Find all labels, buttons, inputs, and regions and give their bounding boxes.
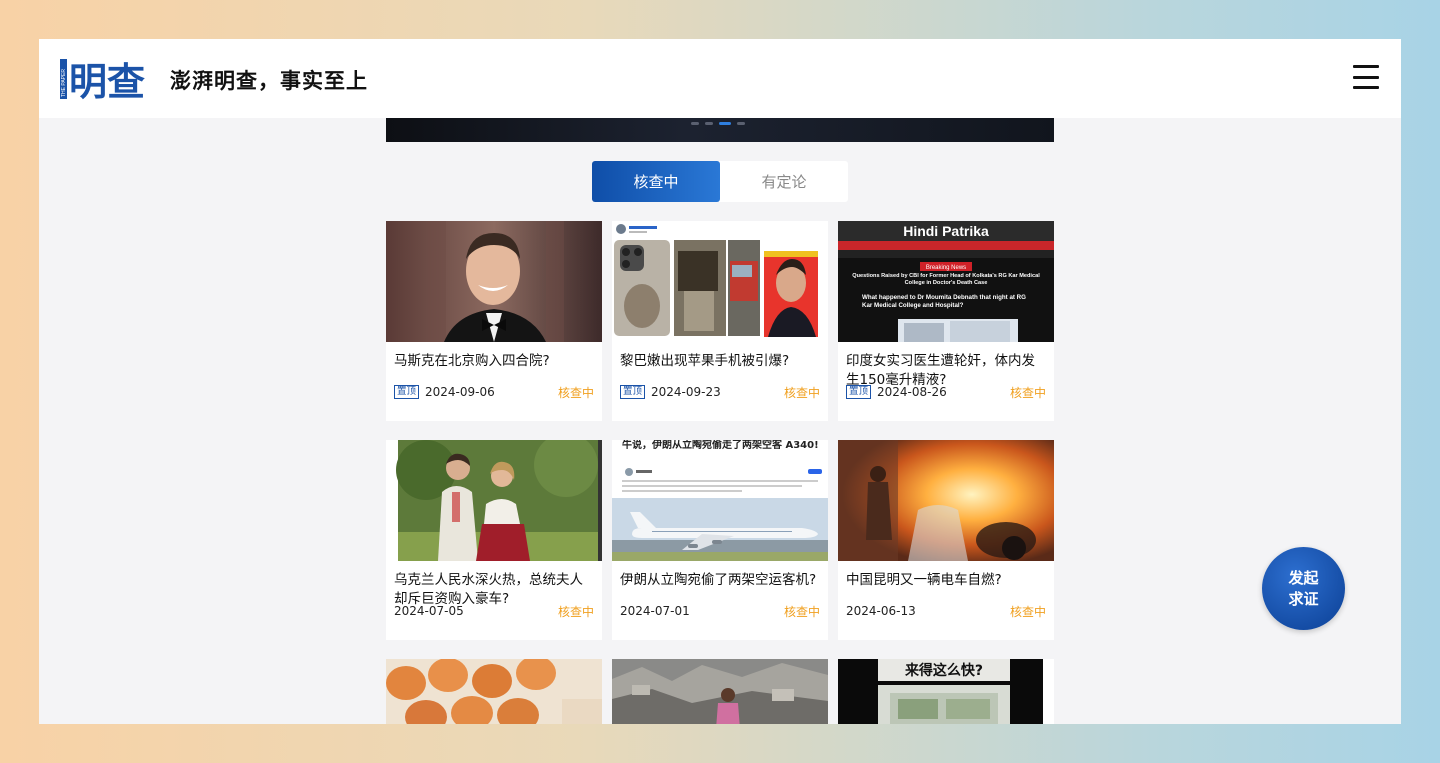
fact-check-card[interactable]: 来得这么快? (838, 659, 1054, 724)
news-page-screenshot-icon: Hindi Patrika Breaking News Questions Ra… (838, 221, 1054, 342)
svg-text:Hindi Patrika: Hindi Patrika (903, 223, 989, 239)
app-frame: THE PAPER 明查 澎湃明查，事实至上 核查中 有定论 马斯克在北京购入四… (39, 39, 1401, 724)
fact-check-card[interactable]: Hindi Patrika Breaking News Questions Ra… (838, 221, 1054, 421)
status-badge: 核查中 (783, 604, 820, 619)
svg-text:Breaking News: Breaking News (926, 265, 966, 271)
card-meta: 2024-07-05 核查中 (394, 603, 594, 619)
airplane-post-screenshot-icon: 牛说，伊朗从立陶宛偷走了两架空客 A340! (612, 440, 828, 561)
top-bar: THE PAPER 明查 澎湃明查，事实至上 (39, 39, 1401, 118)
status-badge: 核查中 (783, 385, 820, 400)
status-tabs: 核查中 有定论 (592, 161, 848, 202)
carousel-dot-active[interactable] (719, 122, 731, 125)
pinned-badge: 置顶 (394, 385, 420, 399)
fact-check-card[interactable]: 牛说，伊朗从立陶宛偷走了两架空客 A340! 伊朗从立陶宛偷了两架空运客机? 2… (612, 440, 828, 640)
card-title: 伊朗从立陶宛偷了两架空运客机? (620, 572, 817, 588)
card-meta: 置顶 2024-08-26 核查中 (846, 384, 1046, 400)
card-date: 2024-09-23 (651, 385, 721, 399)
card-date: 2024-08-26 (877, 385, 947, 399)
portrait-photo-icon (386, 221, 602, 342)
status-badge: 核查中 (557, 385, 594, 400)
car-fire-photo-icon (838, 440, 1054, 561)
submit-claim-label-line1: 发起 (1288, 568, 1319, 587)
svg-text:明查: 明查 (69, 60, 145, 101)
svg-text:THE PAPER: THE PAPER (61, 69, 67, 97)
fact-check-card[interactable]: 中国昆明又一辆电车自燃? 2024-06-13 核查中 (838, 440, 1054, 640)
eggs-photo-icon (386, 659, 602, 724)
fact-check-card[interactable]: 黎巴嫩出现苹果手机被引爆? 置顶 2024-09-23 核查中 (612, 221, 828, 421)
submit-claim-label-line2: 求证 (1288, 589, 1319, 608)
fact-check-card[interactable]: 马斯克在北京购入四合院? 置顶 2024-09-06 核查中 (386, 221, 602, 421)
carousel-dot[interactable] (737, 122, 745, 125)
card-date: 2024-07-01 (620, 604, 690, 618)
fact-check-card[interactable] (386, 659, 602, 724)
fact-check-card[interactable]: 乌克兰人民水深火热，总统夫人却斥巨资购入豪车? 2024-07-05 核查中 (386, 440, 602, 640)
carousel-dot[interactable] (691, 122, 699, 125)
card-title: 中国昆明又一辆电车自燃? (846, 572, 1002, 588)
status-badge: 核查中 (1009, 604, 1046, 619)
fact-check-card[interactable] (612, 659, 828, 724)
card-date: 2024-06-13 (846, 604, 916, 618)
tab-checking[interactable]: 核查中 (592, 161, 720, 202)
card-meta: 2024-07-01 核查中 (620, 603, 820, 619)
svg-text:来得这么快?: 来得这么快? (904, 662, 983, 679)
carousel-dot[interactable] (705, 122, 713, 125)
couple-photo-icon (386, 440, 602, 561)
rubble-photo-icon (612, 659, 828, 724)
fact-check-grid: 马斯克在北京购入四合院? 置顶 2024-09-06 核查中 黎巴嫩出现苹果手机… (386, 221, 1054, 724)
carousel-indicators (691, 122, 745, 125)
card-title: 黎巴嫩出现苹果手机被引爆? (620, 353, 790, 369)
carousel-banner[interactable] (386, 118, 1054, 142)
status-badge: 核查中 (1009, 385, 1046, 400)
mingcha-logo[interactable]: THE PAPER 明查 (60, 57, 154, 101)
tab-concluded[interactable]: 有定论 (720, 161, 848, 202)
card-title: 马斯克在北京购入四合院? (394, 353, 550, 369)
card-meta: 置顶 2024-09-23 核查中 (620, 384, 820, 400)
status-badge: 核查中 (557, 604, 594, 619)
video-frame-icon: 来得这么快? (838, 659, 1054, 724)
hamburger-menu-icon[interactable] (1353, 65, 1379, 89)
card-date: 2024-09-06 (425, 385, 495, 399)
card-meta: 2024-06-13 核查中 (846, 603, 1046, 619)
pinned-badge: 置顶 (620, 385, 646, 399)
burnt-phone-photo-icon (612, 221, 828, 342)
card-date: 2024-07-05 (394, 604, 464, 618)
slogan: 澎湃明查，事实至上 (170, 69, 368, 93)
pinned-badge: 置顶 (846, 385, 872, 399)
submit-claim-button[interactable]: 发起 求证 (1262, 547, 1345, 630)
card-meta: 置顶 2024-09-06 核查中 (394, 384, 594, 400)
